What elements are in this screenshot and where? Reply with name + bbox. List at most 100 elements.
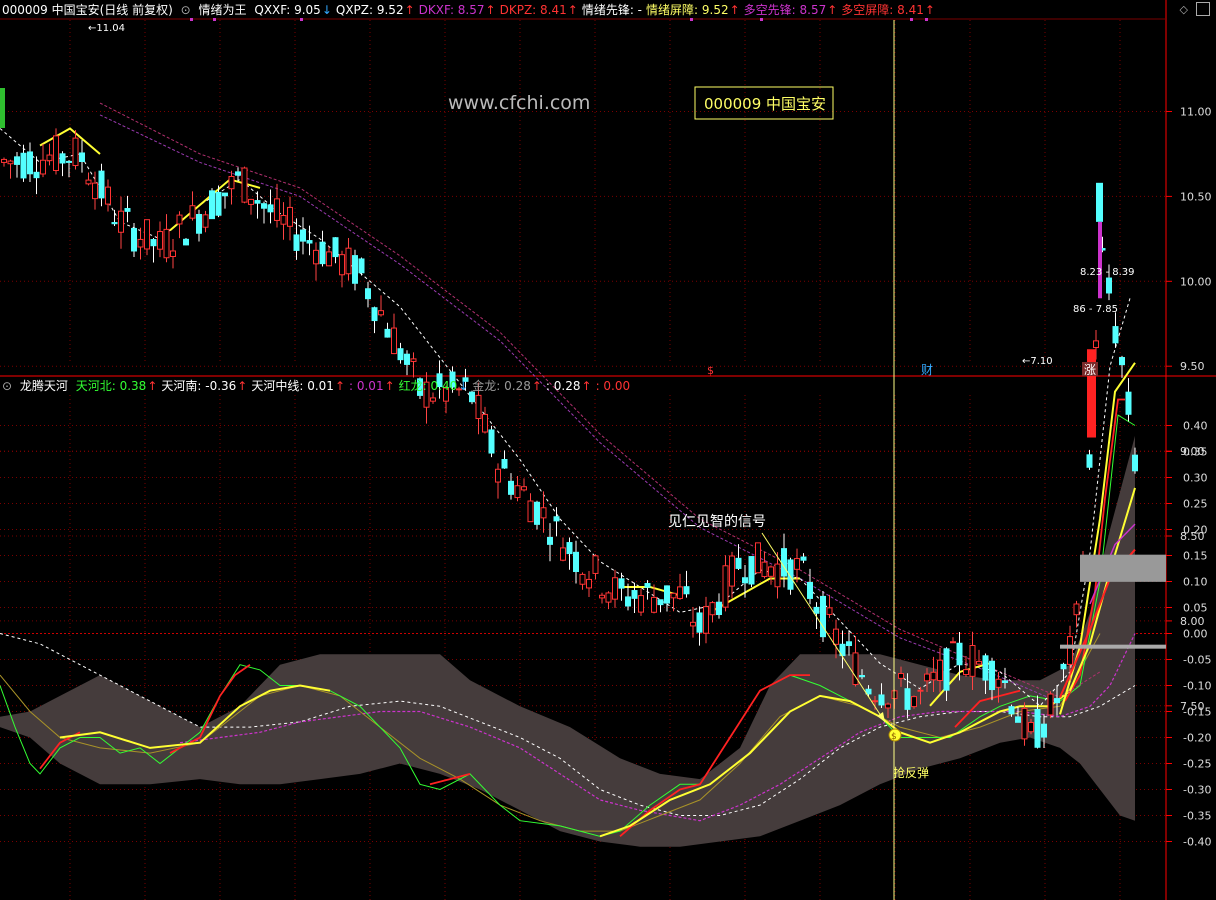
candle-body <box>66 160 72 163</box>
candle-body <box>826 607 833 615</box>
left-edge-bar <box>0 88 5 128</box>
support-zone-1 <box>1080 554 1166 582</box>
candle-body <box>137 238 144 248</box>
candle-body <box>911 696 917 708</box>
candle-body <box>878 694 885 706</box>
candle-body <box>332 237 339 258</box>
candle-body <box>755 542 761 574</box>
candle-body <box>326 251 332 267</box>
candle-body <box>209 190 215 220</box>
arrow-up-icon: ↑ <box>237 379 248 393</box>
rebound-label: 抢反弹 <box>893 765 929 780</box>
watermark-text: www.cfchi.com <box>448 92 590 114</box>
candle-body <box>976 660 982 665</box>
candle-body <box>800 556 807 561</box>
candle-body <box>371 307 378 322</box>
candle-body <box>72 137 79 167</box>
candle-body <box>508 480 514 495</box>
candle-body <box>27 151 33 175</box>
sub-indicator-name[interactable]: 龙腾天河 <box>20 379 68 393</box>
candle-body <box>664 585 670 604</box>
marker-cai: 财 <box>921 363 933 377</box>
candle-body <box>98 170 105 199</box>
candle-body <box>475 394 482 420</box>
candle-body <box>1086 454 1093 468</box>
sub-value-0: 天河北: 0.38 <box>75 379 147 393</box>
candle-body <box>625 596 631 607</box>
candle-body <box>111 222 118 225</box>
candle-body <box>612 577 618 600</box>
candle-body <box>1073 603 1080 616</box>
candle-body <box>774 563 781 588</box>
ma-white-dashed <box>0 128 1131 707</box>
sub-value-2: 天河中线: 0.01 <box>251 379 334 393</box>
sub-value-6: : 0.28 <box>545 379 581 393</box>
osc-tick-label: -0.15 <box>1183 706 1211 719</box>
arrow-up-icon: ↑ <box>404 3 415 17</box>
zone1-label: 8.23 - 8.39 <box>1080 267 1135 278</box>
candle-body <box>813 606 820 614</box>
candle-body <box>196 213 202 234</box>
candle-body <box>1093 340 1099 349</box>
candle-body <box>183 238 189 246</box>
candle-body <box>124 208 131 212</box>
candle-body <box>969 645 976 677</box>
candle-body <box>7 160 14 165</box>
candle-body <box>85 179 92 185</box>
osc-tick-label: 0.25 <box>1183 498 1208 511</box>
candle-body <box>202 214 209 228</box>
candle-body <box>241 167 248 203</box>
candle-body <box>144 219 150 250</box>
osc-tick-label: -0.20 <box>1183 732 1211 745</box>
candle-big-magenta <box>1098 221 1102 299</box>
candle-body <box>995 678 1002 688</box>
candle-body <box>761 561 768 578</box>
candle-body <box>163 228 170 259</box>
candle-body <box>280 214 287 225</box>
sub-value-4: 红龙: 0.40 <box>398 379 458 393</box>
candle-body <box>79 152 85 163</box>
candle-body <box>937 659 943 681</box>
candle-body <box>748 556 755 585</box>
osc-tick-label: 0.15 <box>1183 550 1208 563</box>
candle-body <box>501 459 508 469</box>
candle-body <box>514 485 521 499</box>
header-value-6: 多空先锋: 8.57 <box>743 3 827 17</box>
osc-tick-label: 0.05 <box>1183 602 1208 615</box>
diamond-icon[interactable]: ◇ <box>1180 3 1188 16</box>
candle-body <box>215 191 222 216</box>
window-box-icon[interactable] <box>1196 2 1210 16</box>
sub-indicator-icon[interactable]: ⊙ <box>2 379 12 393</box>
sub-value-5: 金龙: 0.28 <box>472 379 531 393</box>
candle-body <box>781 548 787 577</box>
candle-body <box>742 577 748 584</box>
candle-body <box>794 558 800 570</box>
candle-body <box>599 594 605 599</box>
arrow-up-icon: ↑ <box>567 3 578 17</box>
indicator-name[interactable]: 情绪为王 <box>199 3 247 17</box>
candle-body <box>768 566 774 577</box>
candle-body <box>573 551 579 573</box>
sub-header: ⊙ 龙腾天河 天河北: 0.38↑ 天河南: -0.36↑ 天河中线: 0.01↑:… <box>2 376 638 396</box>
candle-body <box>254 200 261 204</box>
candle-body <box>1021 707 1028 740</box>
high-price-label: ←11.04 <box>88 23 125 34</box>
header-value-5: 情绪屏障: 9.52 <box>646 3 729 17</box>
indicator-icon[interactable]: ⊙ <box>181 3 191 17</box>
candle-body <box>631 590 638 599</box>
osc-tick-label: 0.35 <box>1183 446 1208 459</box>
header-value-7: 多空屏障: 8.41 <box>841 3 924 17</box>
candle-body <box>579 573 586 585</box>
chart-canvas[interactable]: 11.0010.5010.009.509.008.508.007.500.400… <box>0 0 1216 900</box>
osc-tick-label: -0.25 <box>1183 758 1211 771</box>
candle-body <box>703 606 709 634</box>
candle-body <box>605 592 612 603</box>
price-tick-label: 11.00 <box>1180 106 1212 119</box>
candle-body <box>592 555 599 574</box>
candle-body <box>248 198 254 205</box>
candle-body <box>534 501 540 525</box>
candle-body <box>690 621 696 627</box>
candle-body <box>1054 698 1060 704</box>
candle-body <box>365 288 371 300</box>
candle-body <box>820 595 826 638</box>
